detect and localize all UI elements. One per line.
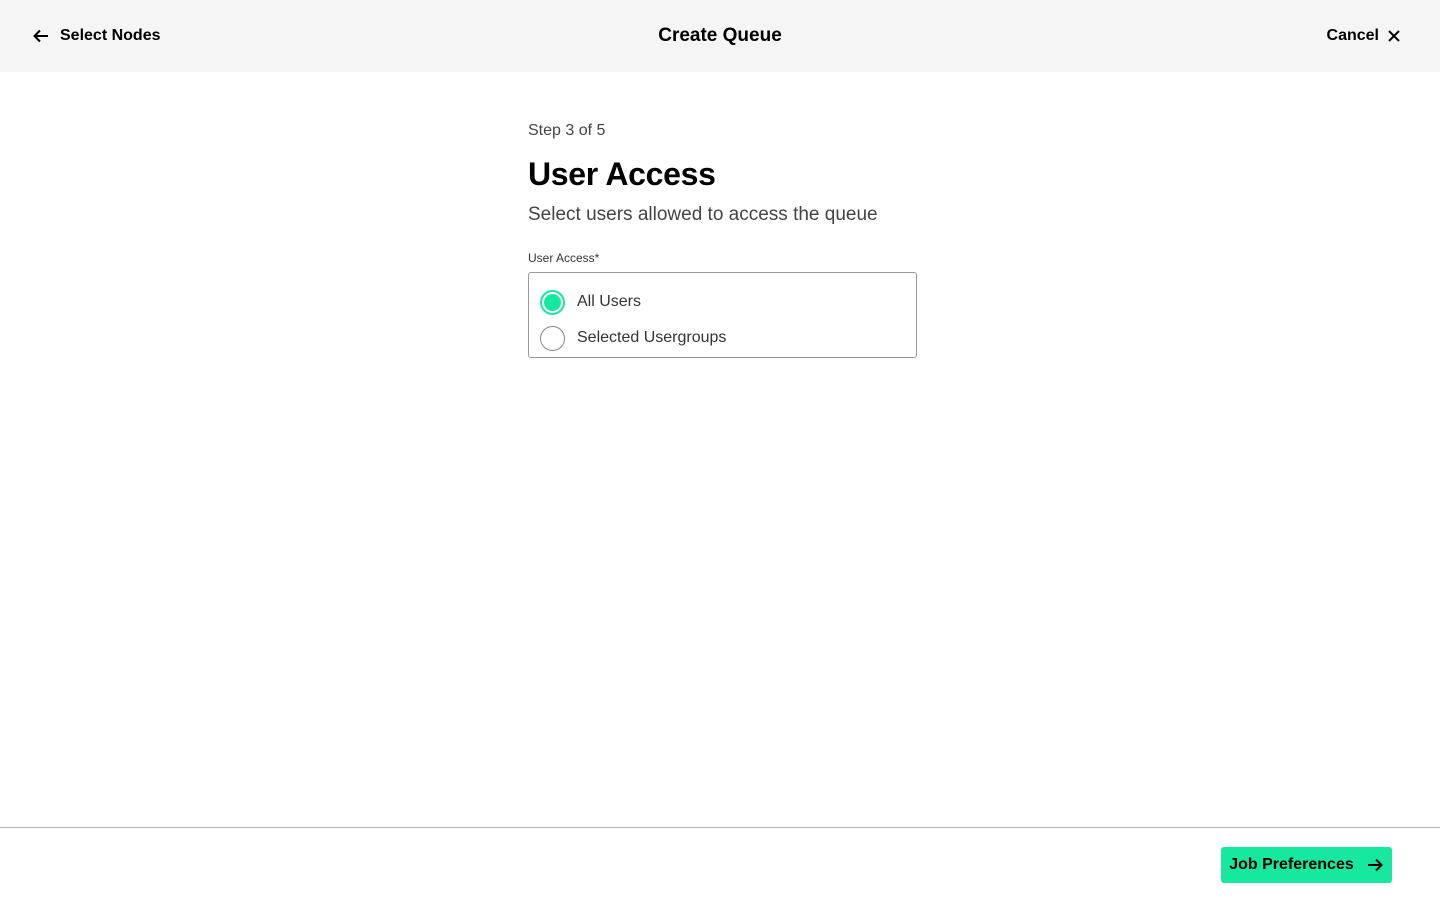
radio-label-all-users: All Users <box>577 293 642 310</box>
back-button-label: Select Nodes <box>60 27 161 44</box>
back-button[interactable]: Select Nodes <box>32 24 160 48</box>
radio-button-selected-usergroups[interactable] <box>540 325 565 351</box>
radio-option-all-users[interactable]: All Users <box>540 284 905 320</box>
user-access-radio-group: All Users Selected Usergroups <box>528 272 917 358</box>
arrow-left-icon <box>32 27 50 45</box>
step-title: User Access <box>528 156 716 192</box>
close-icon <box>1386 28 1402 44</box>
radio-option-selected-usergroups[interactable]: Selected Usergroups <box>540 320 905 356</box>
radio-button-all-users[interactable] <box>540 289 565 315</box>
step-content: Step 3 of 5 User Access Select users all… <box>528 120 918 358</box>
step-subtitle: Select users allowed to access the queue <box>528 204 878 225</box>
radio-label-selected-usergroups: Selected Usergroups <box>577 329 727 346</box>
radio-selected-dot <box>544 293 561 311</box>
footer-bar: Job Preferences <box>0 827 1440 900</box>
next-step-button[interactable]: Job Preferences <box>1221 847 1392 883</box>
next-step-label: Job Preferences <box>1229 856 1354 873</box>
user-access-label: User Access* <box>528 251 600 265</box>
cancel-button[interactable]: Cancel <box>1327 24 1402 48</box>
arrow-right-icon <box>1366 856 1384 874</box>
step-indicator: Step 3 of 5 <box>528 122 606 139</box>
cancel-button-label: Cancel <box>1326 27 1379 44</box>
header-bar: Select Nodes Create Queue Cancel <box>0 0 1440 72</box>
page-title: Create Queue <box>658 25 782 46</box>
